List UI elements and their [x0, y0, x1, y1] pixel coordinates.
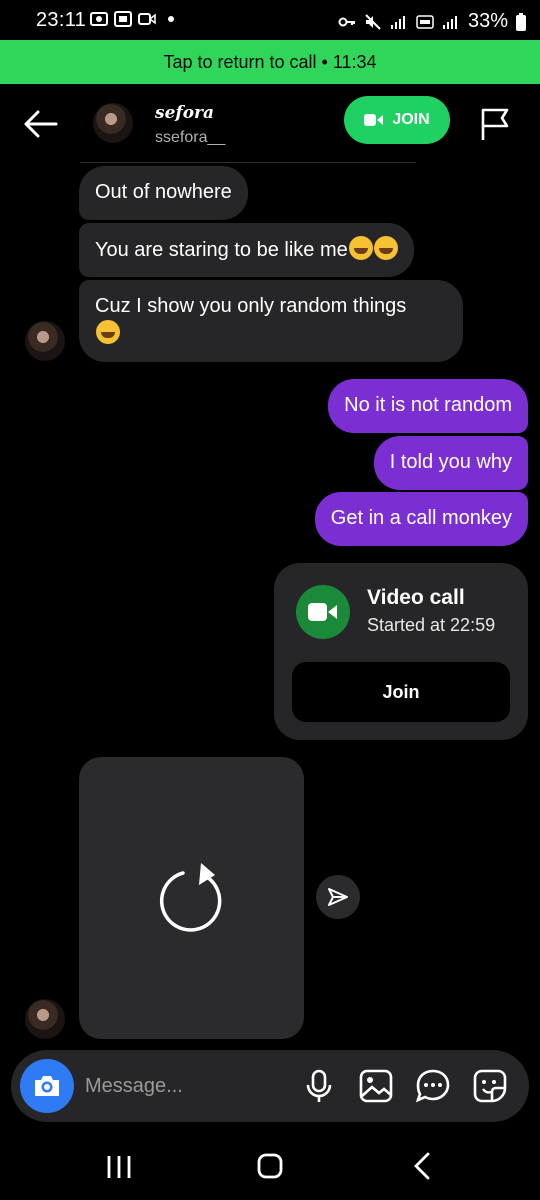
microphone-icon[interactable] — [301, 1068, 337, 1104]
video-camera-icon — [308, 603, 337, 621]
notification-icon — [90, 12, 108, 26]
video-call-join-button[interactable]: Join — [292, 662, 510, 722]
camera-icon — [35, 1076, 59, 1096]
message-text: Get in a call monkey — [330, 507, 512, 529]
laughing-emoji-icon — [373, 236, 398, 260]
outgoing-message[interactable]: No it is not random — [328, 379, 528, 433]
video-notification-icon — [138, 13, 156, 25]
message-text: Cuz I show you only random things — [95, 295, 407, 317]
join-call-button[interactable]: JOIN — [344, 96, 450, 144]
signal-4g-icon — [442, 15, 457, 29]
laughing-emoji-icon — [348, 236, 373, 260]
mute-icon — [365, 13, 381, 30]
outgoing-message[interactable]: Get in a call monkey — [314, 492, 528, 546]
incoming-message[interactable]: You are staring to be like me — [79, 223, 414, 277]
video-call-start-time: Started at 22:59 — [367, 615, 496, 635]
back-arrow-icon[interactable] — [20, 106, 60, 142]
message-text: Out of nowhere — [95, 181, 232, 203]
status-system-icons: 33% — [338, 10, 526, 33]
sender-avatar[interactable] — [25, 999, 65, 1039]
video-call-card: Video call Started at 22:59 Join — [274, 563, 528, 740]
chat-bubble-icon[interactable] — [415, 1068, 451, 1104]
status-time: 23:11 — [36, 9, 87, 31]
video-call-join-label: Join — [382, 681, 420, 702]
contact-handle[interactable]: ssefora__ — [155, 129, 225, 147]
system-navigation-bar — [0, 1130, 540, 1200]
notification-icon — [114, 11, 132, 27]
home-icon[interactable] — [250, 1150, 290, 1182]
battery-icon — [516, 12, 526, 31]
incoming-message[interactable]: Cuz I show you only random things — [79, 280, 463, 362]
battery-percentage: 33% — [467, 10, 508, 32]
message-text: No it is not random — [344, 394, 512, 416]
chat-header: sefora ssefora__ JOIN — [0, 84, 540, 164]
message-input[interactable] — [85, 1050, 285, 1122]
recents-icon[interactable] — [99, 1150, 139, 1182]
share-button[interactable] — [316, 875, 360, 919]
camera-button[interactable] — [20, 1059, 74, 1113]
laughing-emoji-icon — [96, 320, 120, 344]
key-icon — [338, 17, 355, 26]
gallery-icon[interactable] — [358, 1068, 394, 1104]
sender-avatar[interactable] — [25, 321, 65, 361]
video-call-title: Video call — [367, 586, 465, 609]
media-message[interactable] — [79, 757, 304, 1039]
return-to-call-banner[interactable]: Tap to return to call • 11:34 — [0, 40, 540, 84]
outgoing-message[interactable]: I told you why — [373, 436, 528, 490]
contact-avatar[interactable] — [93, 103, 133, 143]
volte-icon — [416, 14, 434, 29]
contact-name[interactable]: sefora — [155, 103, 214, 123]
message-text: You are staring to be like me — [95, 239, 348, 261]
reload-icon[interactable] — [157, 855, 227, 933]
send-icon — [328, 888, 348, 906]
status-bar: 23:11 33% — [0, 0, 540, 40]
flag-icon[interactable] — [478, 106, 512, 142]
incoming-message[interactable]: Out of nowhere — [79, 166, 248, 220]
nav-back-icon[interactable] — [402, 1150, 442, 1182]
message-text: I told you why — [389, 451, 512, 473]
message-composer — [11, 1050, 529, 1122]
status-notification-icons — [90, 11, 174, 27]
video-camera-icon — [364, 114, 384, 126]
return-to-call-text: Tap to return to call • 11:34 — [163, 51, 377, 72]
signal-icon — [390, 15, 405, 29]
more-notifications-dot — [168, 16, 174, 22]
video-call-icon-badge — [296, 585, 350, 639]
join-call-label: JOIN — [392, 111, 430, 128]
sticker-icon[interactable] — [472, 1068, 508, 1104]
header-divider — [80, 162, 416, 163]
